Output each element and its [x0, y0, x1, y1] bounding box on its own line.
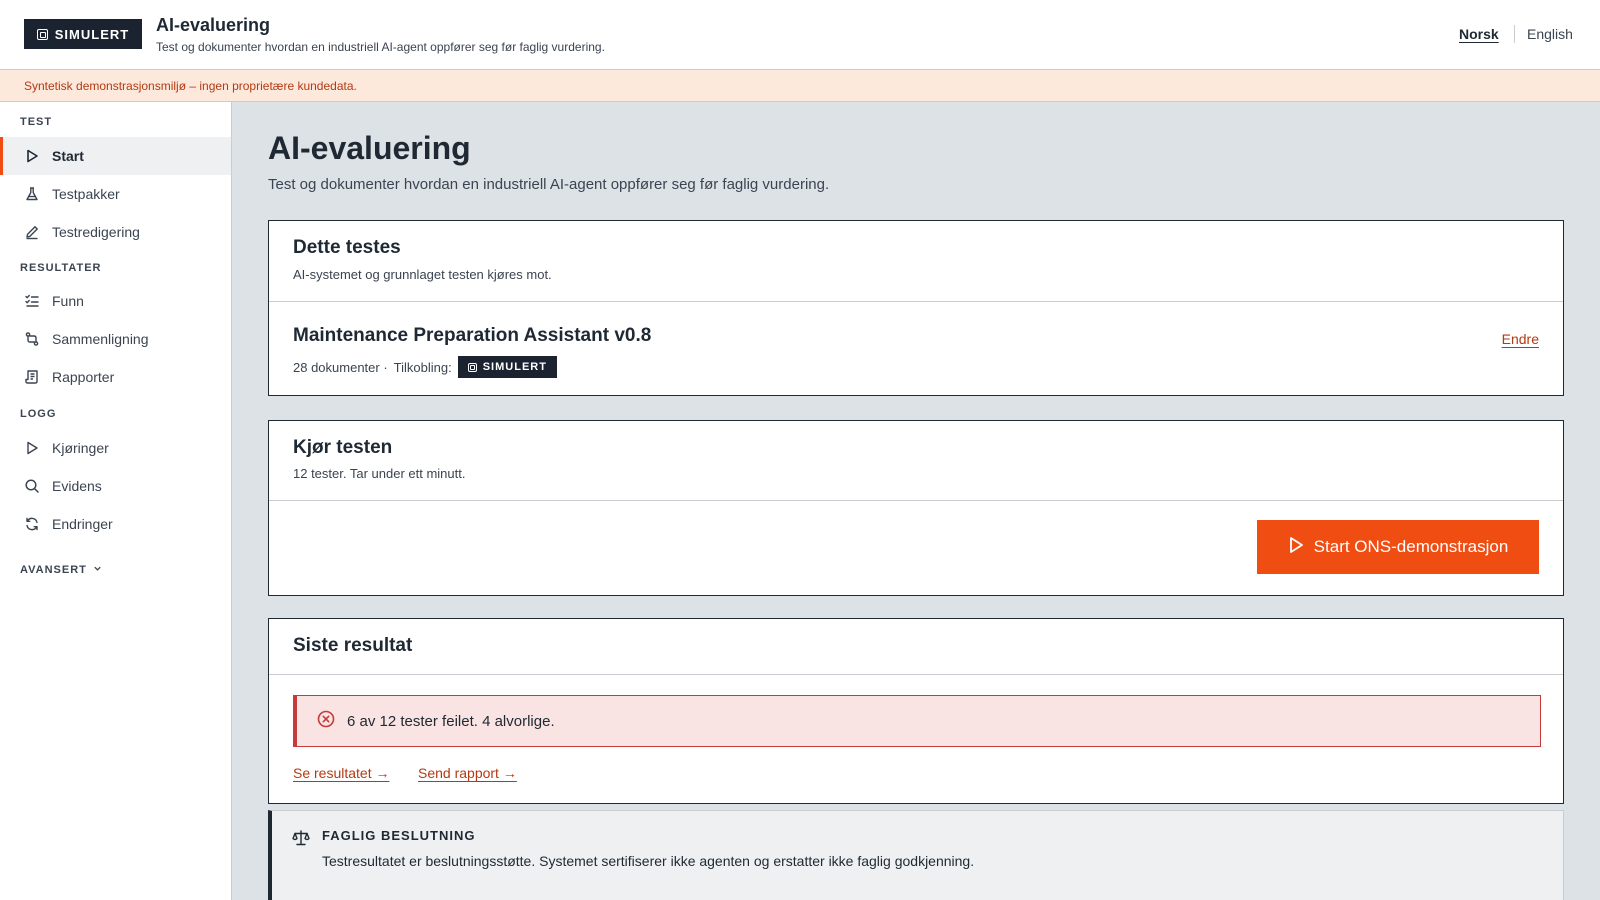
- sidebar-section-test: TEST: [20, 116, 53, 128]
- simulated-badge-label: SIMULERT: [54, 26, 130, 42]
- language-divider: [1514, 25, 1515, 43]
- sidebar-item-label: Testpakker: [52, 186, 120, 202]
- pencil-icon: [24, 224, 40, 240]
- card-divider: [269, 301, 1563, 302]
- page-title: AI-evaluering: [268, 130, 471, 166]
- document-count: 28 dokumenter ·: [293, 359, 388, 375]
- language-english-link[interactable]: English: [1527, 26, 1573, 42]
- start-demo-button[interactable]: Start ONS-demonstrasjon: [1257, 520, 1539, 574]
- sidebar-item-testredigering[interactable]: Testredigering: [0, 213, 231, 251]
- search-icon: [24, 478, 40, 494]
- advanced-label: AVANSERT: [20, 564, 87, 576]
- app-title: AI-evaluering: [156, 15, 271, 35]
- chevron-down-icon: [93, 564, 102, 576]
- demo-environment-banner: Syntetisk demonstrasjonsmiljø – ingen pr…: [0, 70, 1600, 102]
- connection-label: Tilkobling:: [393, 359, 452, 375]
- sidebar-section-resultater: RESULTATER: [20, 262, 102, 274]
- play-icon: [24, 148, 40, 164]
- compare-icon: [24, 331, 40, 347]
- tested-system-card: Dette testes AI-systemet og grunnlaget t…: [268, 220, 1564, 396]
- run-test-card: Kjør testen 12 tester. Tar under ett min…: [268, 420, 1564, 596]
- sidebar: TEST Start Testpakker Testredigering RES…: [0, 102, 232, 900]
- sidebar-item-testpakker[interactable]: Testpakker: [0, 175, 231, 213]
- chip-icon: [36, 28, 48, 40]
- app-header: SIMULERT AI-evaluering Test og dokumente…: [0, 0, 1600, 70]
- send-report-link[interactable]: Send rapport →: [418, 765, 517, 781]
- main-content: AI-evaluering Test og dokumenter hvordan…: [232, 102, 1600, 900]
- tested-card-subtitle: AI-systemet og grunnlaget testen kjøres …: [293, 267, 552, 282]
- report-icon: [24, 369, 40, 385]
- card-divider: [269, 500, 1563, 501]
- failure-alert-text: 6 av 12 tester feilet. 4 alvorlige.: [347, 712, 555, 730]
- start-demo-label: Start ONS-demonstrasjon: [1313, 537, 1509, 556]
- chip-icon: [467, 362, 477, 372]
- sidebar-item-label: Endringer: [52, 516, 113, 532]
- play-icon: [24, 440, 40, 456]
- connection-badge-label: SIMULERT: [482, 361, 547, 373]
- refresh-icon: [24, 516, 40, 532]
- checklist-icon: [24, 293, 40, 309]
- last-result-card: Siste resultat 6 av 12 tester feilet. 4 …: [268, 618, 1564, 804]
- sidebar-item-funn[interactable]: Funn: [0, 282, 231, 320]
- sidebar-item-label: Rapporter: [52, 369, 115, 385]
- sidebar-item-kjoringer[interactable]: Kjøringer: [0, 429, 231, 467]
- sidebar-item-label: Sammenligning: [52, 331, 149, 347]
- change-system-link[interactable]: Endre: [1502, 331, 1539, 347]
- view-result-link[interactable]: Se resultatet →: [293, 765, 390, 781]
- scale-icon: [292, 829, 310, 852]
- connection-simulated-badge: SIMULERT: [457, 356, 557, 378]
- professional-decision-note: FAGLIG BESLUTNING Testresultatet er besl…: [268, 810, 1564, 900]
- flask-icon: [24, 186, 40, 202]
- page-subtitle: Test og dokumenter hvordan en industriel…: [268, 176, 830, 193]
- sidebar-item-label: Funn: [52, 293, 84, 309]
- simulated-badge: SIMULERT: [24, 19, 142, 49]
- run-card-subtitle: 12 tester. Tar under ett minutt.: [293, 466, 466, 481]
- app-subtitle: Test og dokumenter hvordan en industriel…: [156, 40, 605, 54]
- play-icon: [1288, 536, 1304, 559]
- sidebar-item-label: Kjøringer: [52, 440, 109, 456]
- run-card-heading: Kjør testen: [293, 437, 393, 458]
- system-meta: 28 dokumenter · Tilkobling: SIMULERT: [293, 356, 557, 378]
- sidebar-section-logg: LOGG: [20, 408, 57, 420]
- tested-card-heading: Dette testes: [293, 237, 401, 258]
- card-divider: [269, 674, 1563, 675]
- sidebar-item-rapporter[interactable]: Rapporter: [0, 358, 231, 396]
- sidebar-item-label: Evidens: [52, 478, 102, 494]
- language-norsk-link[interactable]: Norsk: [1459, 26, 1499, 42]
- sidebar-item-label: Start: [52, 148, 84, 164]
- sidebar-item-label: Testredigering: [52, 224, 140, 240]
- sidebar-item-evidens[interactable]: Evidens: [0, 467, 231, 505]
- error-circle-icon: [317, 710, 335, 732]
- failure-alert: 6 av 12 tester feilet. 4 alvorlige.: [293, 695, 1541, 747]
- sidebar-item-start[interactable]: Start: [0, 137, 231, 175]
- system-name: Maintenance Preparation Assistant v0.8: [293, 325, 652, 346]
- result-card-heading: Siste resultat: [293, 635, 413, 656]
- decision-text: Testresultatet er beslutningsstøtte. Sys…: [322, 853, 975, 869]
- decision-heading: FAGLIG BESLUTNING: [322, 828, 476, 843]
- sidebar-item-sammenligning[interactable]: Sammenligning: [0, 320, 231, 358]
- sidebar-item-endringer[interactable]: Endringer: [0, 505, 231, 543]
- advanced-toggle[interactable]: AVANSERT: [20, 564, 102, 576]
